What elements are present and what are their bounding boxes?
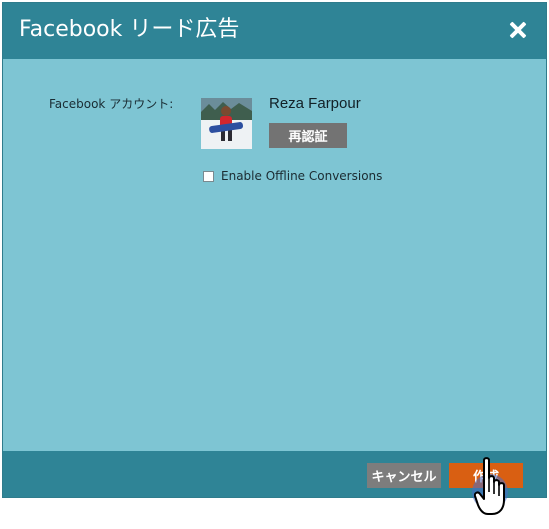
reauthorize-button[interactable]: 再認証 [269,123,347,148]
close-icon[interactable] [508,20,528,40]
dialog-footer: キャンセル 作成 [3,451,546,497]
offline-conversions-row: Enable Offline Conversions [203,169,382,183]
dialog-title: Facebook リード広告 [19,17,240,42]
dialog-header: Facebook リード広告 [3,3,546,59]
hand-pointer-icon [474,457,505,515]
facebook-account-label: Facebook アカウント: [49,97,174,111]
cancel-button[interactable]: キャンセル [367,463,441,488]
offline-conversions-checkbox[interactable] [203,170,214,182]
avatar [201,98,252,149]
offline-conversions-label: Enable Offline Conversions [221,169,383,183]
account-name: Reza Farpour [269,95,361,112]
facebook-lead-ads-dialog: Facebook リード広告 Facebook アカウント: Reza Farp… [2,2,547,498]
user-avatar-photo [201,98,252,149]
